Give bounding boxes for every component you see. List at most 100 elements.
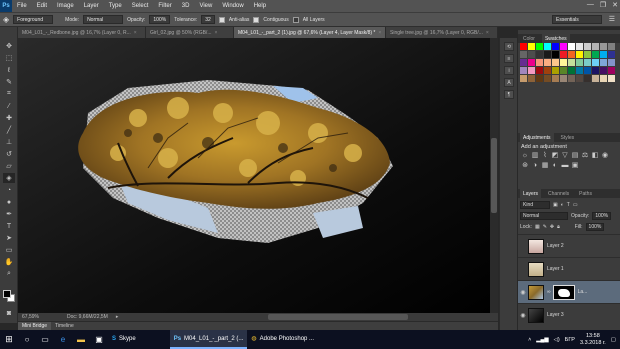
visibility-toggle[interactable] xyxy=(518,235,528,258)
color-swatch[interactable] xyxy=(552,59,559,66)
taskbar-skype[interactable]: S Skype xyxy=(108,330,140,349)
lock-move-icon[interactable]: ✥ xyxy=(550,224,554,230)
color-swatch[interactable] xyxy=(528,59,535,66)
color-swatch[interactable] xyxy=(544,75,551,82)
layer-name[interactable]: Layer 2 xyxy=(547,243,564,249)
all-layers-checkbox[interactable] xyxy=(292,16,299,23)
tab-layers[interactable]: Layers xyxy=(520,189,542,198)
color-swatch[interactable] xyxy=(560,43,567,50)
color-swatch[interactable] xyxy=(584,43,591,50)
color-swatch[interactable] xyxy=(520,59,527,66)
crop-tool-icon[interactable]: ⌗ xyxy=(3,89,15,99)
clock[interactable]: 13:58 3.3.2018 г. xyxy=(580,333,606,347)
store-icon[interactable]: ▣ xyxy=(90,330,108,349)
paint-bucket-tool-icon[interactable]: ◈ xyxy=(3,173,15,183)
menu-edit[interactable]: Edit xyxy=(32,3,52,9)
lock-paint-icon[interactable]: ✎ xyxy=(543,224,547,230)
color-swatch[interactable] xyxy=(600,43,607,50)
taskbar-chrome-photoshop[interactable]: ◍ Adobe Photoshop ... xyxy=(247,330,318,349)
layer-row-layer-2[interactable]: Layer 2 xyxy=(518,234,620,257)
document-canvas[interactable] xyxy=(18,38,498,313)
color-swatch[interactable] xyxy=(536,51,543,58)
color-swatch[interactable] xyxy=(568,75,575,82)
color-swatch[interactable] xyxy=(584,75,591,82)
tab-single-tree[interactable]: Single tree.jpg @ 16,7% (Layer 0, RGB/..… xyxy=(386,27,498,38)
tray-arrow-icon[interactable]: ˄ xyxy=(528,337,531,343)
tab-swatches[interactable]: Swatches xyxy=(541,34,570,43)
color-swatch[interactable] xyxy=(568,51,575,58)
edge-icon[interactable]: e xyxy=(54,330,72,349)
lock-pixels-icon[interactable]: ▦ xyxy=(535,224,540,230)
color-swatch[interactable] xyxy=(576,59,583,66)
eye-icon[interactable]: ◉ xyxy=(518,281,528,304)
tab-styles[interactable]: Styles xyxy=(558,133,578,142)
channel-mixer-icon[interactable]: ⊛ xyxy=(521,161,529,169)
close-tab-icon[interactable]: × xyxy=(378,30,381,36)
mode-select[interactable]: Normal xyxy=(83,15,124,24)
workspace-menu-icon[interactable]: ☰ xyxy=(609,15,615,23)
filter-adjust-icon[interactable]: ◐ xyxy=(561,202,564,208)
quick-mask-icon[interactable]: ◙ xyxy=(3,308,15,318)
close-tab-icon[interactable]: × xyxy=(215,30,218,36)
tolerance-input[interactable]: 32 xyxy=(201,15,215,24)
color-swatch[interactable] xyxy=(584,59,591,66)
tab-mini-bridge[interactable]: Mini Bridge xyxy=(18,322,52,330)
tab-redbone[interactable]: M04_L01_-_Redbone.jpg @ 16,7% (Layer 0, … xyxy=(18,27,146,38)
task-view-icon[interactable]: ▭ xyxy=(36,330,54,349)
menu-help[interactable]: Help xyxy=(249,3,271,9)
chain-link-icon[interactable]: ∞ xyxy=(547,289,551,295)
color-swatch[interactable] xyxy=(520,43,527,50)
color-swatch[interactable] xyxy=(576,67,583,74)
layer-name[interactable]: Layer 1 xyxy=(547,266,564,272)
photo-filter-icon[interactable]: ◉ xyxy=(601,151,609,159)
history-panel-icon[interactable]: ⟲ xyxy=(504,42,514,51)
color-swatch[interactable] xyxy=(568,43,575,50)
color-swatch[interactable] xyxy=(552,43,559,50)
color-swatch[interactable] xyxy=(536,75,543,82)
brightness-icon[interactable]: ☼ xyxy=(521,151,529,159)
color-swatch[interactable] xyxy=(576,43,583,50)
notifications-icon[interactable]: ▢ xyxy=(611,337,616,343)
menu-select[interactable]: Select xyxy=(127,3,154,9)
tab-paths[interactable]: Paths xyxy=(576,189,595,198)
posterize-icon[interactable]: ▦ xyxy=(541,161,549,169)
status-arrow-icon[interactable]: ▸ xyxy=(116,314,119,320)
color-swatch[interactable] xyxy=(520,51,527,58)
color-swatch[interactable] xyxy=(608,59,615,66)
type-tool-icon[interactable]: T xyxy=(3,221,15,231)
color-swatch[interactable] xyxy=(544,67,551,74)
tab-timeline[interactable]: Timeline xyxy=(51,322,78,330)
foreground-color-swatch[interactable] xyxy=(3,290,11,298)
windows-start-icon[interactable]: ⊞ xyxy=(0,330,18,349)
invert-icon[interactable]: ◑ xyxy=(531,161,539,169)
menu-layer[interactable]: Layer xyxy=(79,3,104,9)
minimize-button[interactable]: — xyxy=(587,1,594,9)
lock-all-icon[interactable]: 🔒︎ xyxy=(557,224,560,230)
layer-row-layer-3[interactable]: ◉ Layer 3 xyxy=(518,303,620,326)
path-select-tool-icon[interactable]: ➤ xyxy=(3,233,15,243)
menu-view[interactable]: View xyxy=(194,3,217,9)
menu-3d[interactable]: 3D xyxy=(177,3,195,9)
color-swatch[interactable] xyxy=(528,43,535,50)
visibility-toggle[interactable] xyxy=(518,258,528,281)
color-swatch[interactable] xyxy=(552,75,559,82)
color-swatch[interactable] xyxy=(536,59,543,66)
paragraph-panel-icon[interactable]: ¶ xyxy=(504,90,514,99)
color-swatch[interactable] xyxy=(536,43,543,50)
gradient-map-icon[interactable]: ▬ xyxy=(561,161,569,169)
history-brush-tool-icon[interactable]: ↺ xyxy=(3,149,15,159)
properties-panel-icon[interactable]: ≡ xyxy=(504,54,514,63)
threshold-icon[interactable]: ◐ xyxy=(551,161,559,169)
color-swatch[interactable] xyxy=(544,59,551,66)
color-swatch[interactable] xyxy=(560,75,567,82)
contiguous-checkbox[interactable] xyxy=(253,16,260,23)
hand-tool-icon[interactable]: ✋ xyxy=(3,257,15,267)
menu-window[interactable]: Window xyxy=(217,3,248,9)
color-swatch[interactable] xyxy=(520,67,527,74)
selective-color-icon[interactable]: ▣ xyxy=(571,161,579,169)
color-swatch[interactable] xyxy=(608,75,615,82)
move-tool-icon[interactable]: ✥ xyxy=(3,41,15,51)
color-swatch[interactable] xyxy=(552,51,559,58)
filter-shape-icon[interactable]: ▭ xyxy=(573,202,578,208)
lasso-tool-icon[interactable]: ℓ xyxy=(3,65,15,75)
